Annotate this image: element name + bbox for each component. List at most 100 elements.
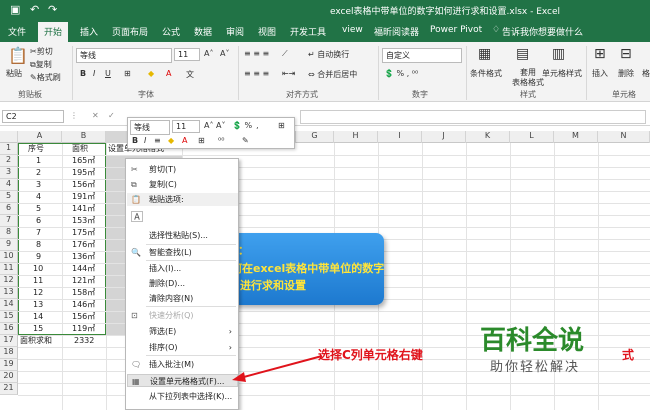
tab-developer[interactable]: 开发工具 [290,25,326,38]
paste-icon[interactable]: 📋 [8,46,28,65]
row-header[interactable]: 3 [0,167,18,179]
row-header[interactable]: 14 [0,299,18,311]
table-cell[interactable]: 141㎡ [72,203,95,215]
table-cell[interactable]: 9 [36,251,41,263]
table-cell[interactable]: 7 [36,227,41,239]
row-header[interactable]: 17 [0,335,18,347]
row-header[interactable]: 1 [0,143,18,155]
mini-bold-icon[interactable]: B [132,136,138,145]
column-header-k[interactable]: K [466,131,510,143]
table-cell[interactable]: 5 [36,203,41,215]
row-header[interactable]: 12 [0,275,18,287]
menu-item-paste-a[interactable]: 🄰 [127,209,238,227]
menu-item-clear[interactable]: 清除内容(N) [127,292,238,305]
tab-review[interactable]: 审阅 [226,25,244,38]
table-cell[interactable]: 11 [33,275,43,287]
font-size-select[interactable]: 11 [174,48,200,61]
table-cell[interactable]: 195㎡ [72,167,95,179]
mini-border2-icon[interactable]: ⊞ [198,136,205,145]
border-icon[interactable]: ⊞ [124,69,131,78]
cut-button[interactable]: ✂剪切 [30,46,53,57]
font-shrink-icon[interactable]: A˅ [220,49,229,58]
formula-input[interactable] [300,110,646,124]
column-header-n[interactable]: N [598,131,650,143]
row-header[interactable]: 11 [0,263,18,275]
sum-label-cell[interactable]: 面积求和 [20,335,52,347]
row-header[interactable]: 13 [0,287,18,299]
redo-icon[interactable]: ↷ [48,3,57,16]
table-cell[interactable]: 176㎡ [72,239,95,251]
table-cell[interactable]: 4 [36,191,41,203]
copy-button[interactable]: ⧉复制 [30,59,52,70]
mini-grow-shrink-icon[interactable]: A˄ A˅ [204,121,226,130]
name-box[interactable]: C2 [2,110,64,123]
table-cell[interactable]: 156㎡ [72,311,95,323]
tab-file[interactable]: 文件 [8,25,26,38]
number-format-icons[interactable]: 💲 % ‚ ⁰⁰ [384,69,418,78]
menu-item-smart-lookup[interactable]: 🔍 智能查找(L) [127,246,238,259]
menu-item-sort[interactable]: 排序(O) › [127,341,238,354]
undo-icon[interactable]: ↶ [30,3,39,16]
mini-comma-icon[interactable]: ‚ [256,121,259,130]
menu-item-pick-from-list[interactable]: 从下拉列表中选择(K)... [127,390,238,403]
mini-align-icon[interactable]: ≡ [154,136,161,145]
column-header-b[interactable]: B [62,131,106,143]
column-header-m[interactable]: M [554,131,598,143]
row-header[interactable]: 10 [0,251,18,263]
table-cell[interactable]: 158㎡ [72,287,95,299]
italic-icon[interactable]: I [93,69,95,78]
column-header-a[interactable]: A [18,131,62,143]
column-header-l[interactable]: L [510,131,554,143]
row-header[interactable]: 21 [0,383,18,395]
table-cell[interactable]: 13 [33,299,43,311]
menu-item-copy[interactable]: ⧉ 复制(C) [127,178,238,191]
mini-size-select[interactable]: 11 [172,120,200,133]
table-cell[interactable]: 2 [36,167,41,179]
mini-painter-icon[interactable]: ✎ [242,136,249,145]
paste-button[interactable]: 粘贴 [6,68,22,79]
wrap-text-button[interactable]: ↵ 自动换行 [308,49,349,60]
row-header[interactable]: 5 [0,191,18,203]
table-format-button[interactable]: 套用 表格格式 [512,68,544,88]
menu-item-insert[interactable]: 插入(I)... [127,262,238,275]
tab-power-pivot[interactable]: Power Pivot [430,25,482,35]
row-header[interactable]: 16 [0,323,18,335]
tab-home[interactable]: 开始 [38,22,69,42]
table-cell[interactable]: 3 [36,179,41,191]
table-cell[interactable]: 1 [36,155,41,167]
table-cell[interactable]: 119㎡ [72,323,95,335]
table-cell[interactable]: 146㎡ [72,299,95,311]
orientation-icon[interactable]: ⟋ [282,49,288,59]
table-cell[interactable]: 165㎡ [72,155,95,167]
tab-data[interactable]: 数据 [194,25,212,38]
font-color-icon[interactable]: A [166,69,171,78]
cancel-icon[interactable]: ✕ [92,111,99,120]
column-header-g[interactable]: G [296,131,334,143]
row-header[interactable]: 6 [0,203,18,215]
indent-icon[interactable]: ⇤⇥ [282,69,295,78]
row-header[interactable]: 2 [0,155,18,167]
merge-center-button[interactable]: ⇔ 合并后居中 [308,69,357,80]
header-cell-area[interactable]: 面积 [72,143,88,155]
sum-value-cell[interactable]: 2332 [74,335,94,347]
fill-color-icon[interactable]: ◆ [148,69,154,78]
table-cell[interactable]: 14 [33,311,43,323]
row-header[interactable]: 18 [0,347,18,359]
table-cell[interactable]: 6 [36,215,41,227]
column-header-h[interactable]: H [334,131,378,143]
tab-view-en[interactable]: view [342,25,363,35]
enter-icon[interactable]: ✓ [108,111,115,120]
mini-currency-icon[interactable]: 💲 % [232,121,252,130]
menu-item-format-cells[interactable]: ▦ 设置单元格格式(F)... [127,374,238,387]
mini-border-icon[interactable]: ⊞ [278,121,285,130]
align-top-icon[interactable]: ≡ ≡ ≡ [244,49,269,58]
row-header[interactable]: 7 [0,215,18,227]
menu-item-insert-comment[interactable]: 🗨 插入批注(M) [127,358,238,371]
insert-cells-button[interactable]: 插入 [592,68,608,79]
table-cell[interactable]: 15 [33,323,43,335]
tab-view[interactable]: 视图 [258,25,276,38]
row-header[interactable]: 20 [0,371,18,383]
row-header[interactable]: 15 [0,311,18,323]
delete-cells-button[interactable]: 删除 [618,68,634,79]
mini-font-select[interactable]: 等线 [130,120,170,135]
